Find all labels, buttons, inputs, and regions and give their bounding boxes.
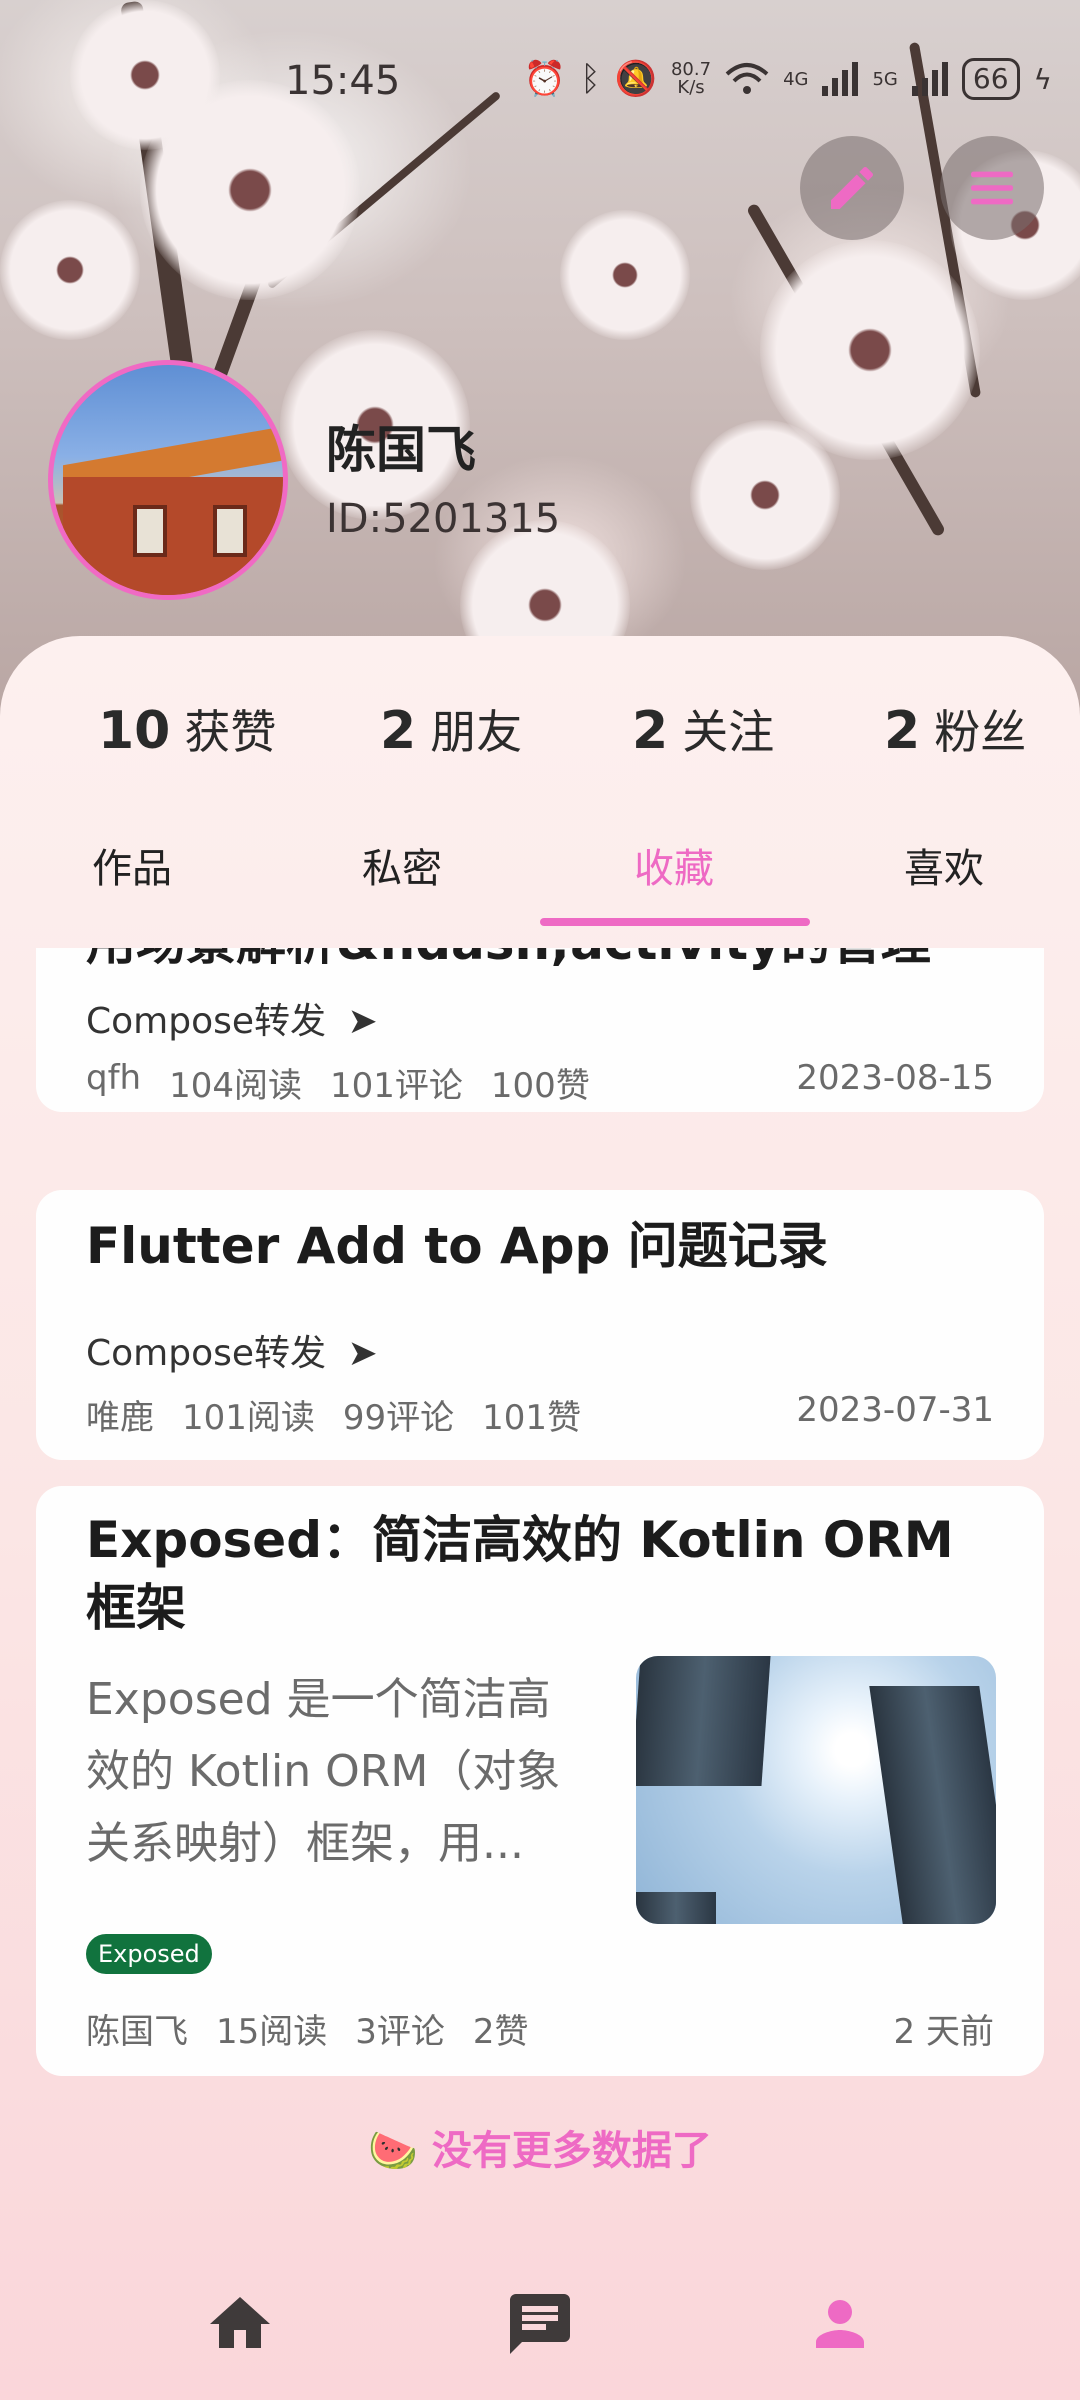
article-title: Flutter Add to App 问题记录	[86, 1217, 828, 1275]
mute-icon: 🔕	[614, 59, 657, 99]
article-category[interactable]: Compose转发 ➤	[86, 992, 378, 1044]
article-title-line: 框架	[86, 1579, 186, 1637]
network-type-2: 5G	[872, 68, 898, 90]
send-icon: ➤	[347, 1333, 378, 1374]
speed-unit: K/s	[677, 77, 705, 98]
article-reads: 101阅读	[182, 1398, 315, 1438]
send-icon: ➤	[347, 1001, 378, 1042]
article-category-label: Compose转发	[86, 1001, 327, 1042]
edit-icon	[831, 166, 874, 209]
menu-button[interactable]	[940, 136, 1044, 240]
message-icon	[510, 2294, 570, 2354]
article-reads: 15阅读	[216, 2012, 328, 2052]
stat-friends-value: 2	[380, 701, 417, 761]
stat-likes-label: 获赞	[184, 705, 277, 759]
article-date: 2 天前	[893, 2012, 994, 2052]
stat-friends-label: 朋友	[430, 705, 523, 759]
avatar[interactable]	[48, 360, 288, 600]
article-meta: 唯鹿 101阅读 99评论 101赞 2023-07-31	[86, 1390, 994, 1439]
article-title: Exposed：简洁高效的 Kotlin ORM 框架	[86, 1506, 954, 1642]
signal-icon-2	[911, 62, 948, 96]
article-author: 唯鹿	[86, 1398, 154, 1438]
status-icons: ⏰ ᛒ 🔕 80.7 K/s 4G 5G 66 ϟ	[524, 58, 1052, 100]
article-category-label: Compose转发	[86, 1333, 327, 1374]
stat-following[interactable]: 2 关注	[632, 696, 774, 762]
network-type-1: 4G	[783, 68, 809, 90]
bluetooth-icon: ᛒ	[580, 59, 601, 99]
nav-messages[interactable]	[500, 2284, 580, 2364]
article-summary-line: 关系映射）框架，用...	[86, 1818, 524, 1869]
article-thumbnail[interactable]	[636, 1656, 996, 1924]
tab-works[interactable]: 作品	[92, 836, 172, 894]
article-summary: Exposed 是一个简洁高 效的 Kotlin ORM（对象 关系映射）框架，…	[86, 1664, 626, 1880]
profile-id: ID:5201315	[326, 496, 561, 542]
home-icon	[210, 2297, 270, 2348]
nav-home[interactable]	[200, 2284, 280, 2364]
alarm-icon: ⏰	[523, 59, 567, 99]
stat-followers-label: 粉丝	[934, 705, 1027, 759]
edit-profile-button[interactable]	[800, 136, 904, 240]
stat-likes-value: 10	[98, 701, 171, 761]
stat-following-label: 关注	[682, 705, 775, 759]
article-card[interactable]: Exposed：简洁高效的 Kotlin ORM 框架 Exposed 是一个简…	[36, 1486, 1044, 2076]
stat-following-value: 2	[632, 701, 669, 761]
battery-indicator: 66	[961, 58, 1020, 100]
tab-liked[interactable]: 喜欢	[904, 836, 984, 894]
stat-likes[interactable]: 10 获赞	[98, 696, 276, 762]
article-meta: 陈国飞 15阅读 3评论 2赞 2 天前	[86, 2004, 994, 2053]
status-bar: 15:45 ⏰ ᛒ 🔕 80.7 K/s 4G 5G 66 ϟ	[0, 40, 1080, 120]
article-date: 2023-08-15	[796, 1058, 994, 1098]
charging-icon: ϟ	[1033, 62, 1052, 96]
menu-icon	[971, 171, 1013, 205]
article-category[interactable]: Compose转发 ➤	[86, 1324, 378, 1376]
person-icon	[816, 2300, 864, 2348]
article-likes: 101赞	[482, 1398, 582, 1438]
article-date: 2023-07-31	[796, 1390, 994, 1430]
article-likes: 100赞	[490, 1066, 590, 1106]
stat-followers[interactable]: 2 粉丝	[884, 696, 1026, 762]
article-reads: 104阅读	[169, 1066, 303, 1106]
no-more-data-label: 🍉 没有更多数据了	[368, 2128, 712, 2174]
stat-friends[interactable]: 2 朋友	[380, 696, 522, 762]
article-title: 用场景解析&ndash;activity的管理	[86, 948, 931, 976]
article-card[interactable]: 用场景解析&ndash;activity的管理 Compose转发 ➤ qfh …	[36, 948, 1044, 1112]
tab-private[interactable]: 私密	[362, 836, 442, 894]
article-comments: 101评论	[330, 1066, 463, 1106]
tab-indicator	[540, 918, 810, 926]
nav-profile[interactable]	[800, 2284, 880, 2364]
article-author: 陈国飞	[86, 2012, 188, 2052]
status-time: 15:45	[285, 58, 401, 104]
stats-row: 10 获赞 2 朋友 2 关注 2 粉丝	[0, 696, 1080, 776]
article-summary-line: 效的 Kotlin ORM（对象	[86, 1746, 561, 1797]
article-comments: 3评论	[355, 2012, 445, 2052]
article-likes: 2赞	[472, 2012, 529, 2052]
profile-name: 陈国飞	[326, 421, 476, 479]
signal-icon	[822, 62, 859, 96]
article-summary-line: Exposed 是一个简洁高	[86, 1674, 551, 1725]
wifi-icon	[725, 63, 769, 94]
bottom-navigation	[0, 2210, 1080, 2400]
article-author: qfh	[86, 1058, 142, 1098]
article-title-line: Exposed：简洁高效的 Kotlin ORM	[86, 1511, 954, 1569]
article-comments: 99评论	[342, 1398, 455, 1438]
article-meta: qfh 104阅读 101评论 100赞 2023-08-15	[86, 1058, 994, 1107]
tab-favorites[interactable]: 收藏	[634, 836, 714, 894]
stat-followers-value: 2	[884, 701, 921, 761]
article-list[interactable]: 用场景解析&ndash;activity的管理 Compose转发 ➤ qfh …	[0, 948, 1080, 2078]
network-speed: 80.7 K/s	[671, 61, 711, 97]
article-card[interactable]: Flutter Add to App 问题记录 Compose转发 ➤ 唯鹿 1…	[36, 1190, 1044, 1460]
article-tag[interactable]: Exposed	[86, 1934, 212, 1974]
